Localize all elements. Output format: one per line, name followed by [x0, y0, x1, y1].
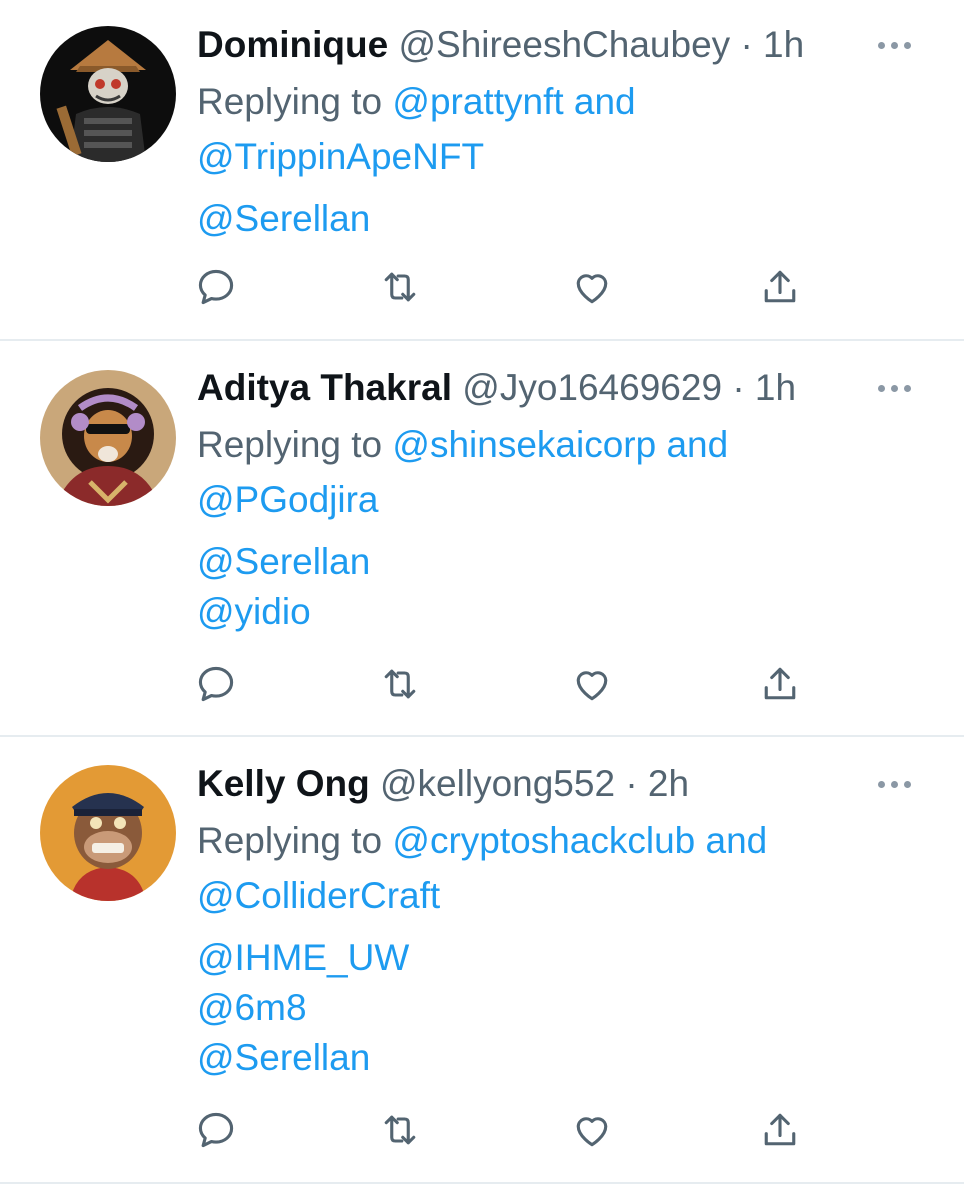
display-name[interactable]: Aditya Thakral: [197, 367, 452, 408]
retweet-button[interactable]: [375, 1105, 425, 1155]
timestamp[interactable]: 2h: [648, 763, 689, 804]
mention-link[interactable]: @Serellan: [197, 537, 924, 587]
share-button[interactable]: [755, 659, 805, 709]
display-name[interactable]: Dominique: [197, 24, 388, 65]
heart-icon: [576, 1117, 608, 1147]
like-button[interactable]: [567, 1105, 617, 1155]
replying-prefix: Replying to: [197, 820, 383, 861]
tweet-text: @IHME_UW @6m8 @Serellan: [197, 933, 924, 1083]
more-options-button[interactable]: [864, 359, 924, 417]
reply-button[interactable]: [191, 659, 241, 709]
reply-mention-link[interactable]: @ColliderCraft: [197, 875, 440, 916]
mention-link[interactable]: @Serellan: [197, 1033, 924, 1083]
reply-mention-link[interactable]: @shinsekaicorp: [392, 424, 656, 465]
reply-mention-link[interactable]: @prattynft: [392, 81, 563, 122]
share-button[interactable]: [755, 1105, 805, 1155]
more-icon: [903, 780, 911, 788]
user-avatar[interactable]: [40, 765, 176, 901]
display-name[interactable]: Kelly Ong: [197, 763, 370, 804]
user-handle[interactable]: @kellyong552: [380, 763, 615, 804]
separator: ·: [740, 24, 753, 65]
user-avatar[interactable]: [40, 26, 176, 162]
reply-button[interactable]: [191, 262, 241, 312]
more-icon: [903, 41, 911, 49]
replying-to: Replying to @prattynft and: [197, 74, 924, 129]
tweet[interactable]: Aditya Thakral @Jyo16469629 · 1h Replyin…: [0, 341, 964, 735]
tweet-actions: [197, 659, 817, 709]
mention-link[interactable]: @IHME_UW: [197, 933, 924, 983]
tweet-actions: [197, 262, 817, 312]
timestamp[interactable]: 1h: [763, 24, 804, 65]
separator: ·: [732, 367, 745, 408]
reply-mention-link[interactable]: @cryptoshackclub: [392, 820, 695, 861]
tweet-text: @Serellan @yidio: [197, 537, 924, 637]
like-button[interactable]: [567, 262, 617, 312]
timestamp[interactable]: 1h: [755, 367, 796, 408]
more-icon: [877, 384, 885, 392]
more-icon: [890, 780, 898, 788]
mention-link[interactable]: @yidio: [197, 587, 924, 637]
heart-icon: [576, 274, 608, 304]
tweet-feed: Dominique @ShireeshChaubey · 1h Replying…: [0, 0, 964, 1200]
lion-avatar-icon: [40, 370, 176, 506]
share-button[interactable]: [755, 262, 805, 312]
retweet-button[interactable]: [375, 659, 425, 709]
separator: ·: [625, 763, 638, 804]
like-button[interactable]: [567, 659, 617, 709]
reply-icon: [198, 1112, 234, 1148]
mention-link[interactable]: @6m8: [197, 983, 924, 1033]
reply-joiner[interactable]: and: [574, 81, 636, 122]
heart-icon: [576, 671, 608, 701]
more-icon: [890, 384, 898, 392]
more-icon: [877, 41, 885, 49]
more-icon: [877, 780, 885, 788]
tweet-text: @Serellan: [197, 194, 924, 244]
more-options-button[interactable]: [864, 755, 924, 813]
tweet[interactable]: Dominique @ShireeshChaubey · 1h Replying…: [0, 0, 964, 340]
reply-joiner[interactable]: and: [706, 820, 768, 861]
more-options-button[interactable]: [864, 16, 924, 74]
tweet-actions: [197, 1105, 817, 1155]
retweet-button[interactable]: [375, 262, 425, 312]
reply-mention-link[interactable]: @TrippinApeNFT: [197, 136, 484, 177]
share-icon: [764, 667, 796, 700]
replying-prefix: Replying to: [197, 81, 383, 122]
tweet-header: Kelly Ong @kellyong552 · 2h: [197, 755, 924, 813]
samurai-avatar-icon: [40, 26, 176, 162]
replying-to: Replying to @cryptoshackclub and: [197, 813, 924, 868]
share-icon: [764, 1113, 796, 1146]
tweet-divider: [0, 1182, 964, 1184]
tweet[interactable]: Kelly Ong @kellyong552 · 2h Replying to …: [0, 737, 964, 1182]
reply-icon: [198, 269, 234, 305]
reply-mention-link[interactable]: @PGodjira: [197, 479, 379, 520]
retweet-icon: [384, 1115, 416, 1145]
retweet-icon: [384, 669, 416, 699]
user-handle[interactable]: @ShireeshChaubey: [398, 24, 730, 65]
tweet-header: Aditya Thakral @Jyo16469629 · 1h: [197, 359, 924, 417]
reply-joiner[interactable]: and: [666, 424, 728, 465]
retweet-icon: [384, 272, 416, 302]
reply-icon: [198, 666, 234, 702]
user-avatar[interactable]: [40, 370, 176, 506]
user-handle[interactable]: @Jyo16469629: [462, 367, 722, 408]
replying-to: Replying to @shinsekaicorp and: [197, 417, 924, 472]
reply-button[interactable]: [191, 1105, 241, 1155]
tweet-header: Dominique @ShireeshChaubey · 1h: [197, 16, 924, 74]
ape-avatar-icon: [40, 765, 176, 901]
mention-link[interactable]: @Serellan: [197, 194, 924, 244]
more-icon: [890, 41, 898, 49]
replying-prefix: Replying to: [197, 424, 383, 465]
share-icon: [764, 270, 796, 303]
more-icon: [903, 384, 911, 392]
